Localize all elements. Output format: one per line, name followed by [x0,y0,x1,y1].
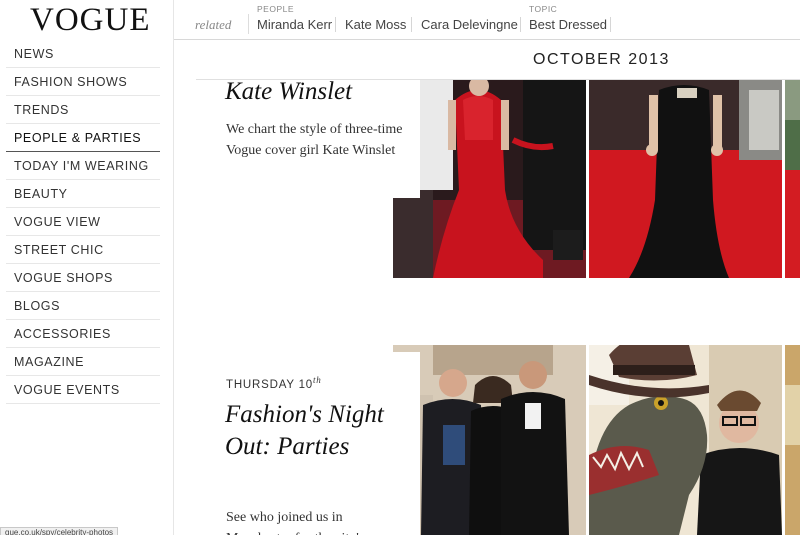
article-photo-party-group[interactable] [393,345,586,535]
nav-item-magazine[interactable]: MAGAZINE [6,348,160,376]
people-group-label: PEOPLE [257,4,295,14]
nav-item-vogue-events[interactable]: VOGUE EVENTS [6,376,160,404]
nav-item-vogue-shops[interactable]: VOGUE SHOPS [6,264,160,292]
vogue-logo[interactable]: VOGUE [30,2,150,39]
nav-item-blogs[interactable]: BLOGS [6,292,160,320]
article-title[interactable]: Fashion's Night Out: Parties [225,399,405,463]
related-person-link[interactable]: Kate Moss [345,17,406,32]
related-label: related [195,17,232,32]
article-photo-dinosaur[interactable] [589,345,782,535]
nav-item-vogue-view[interactable]: VOGUE VIEW [6,208,160,236]
article-date-day: THURSDAY 10 [226,378,313,391]
nav-item-news[interactable]: NEWS [6,40,160,68]
nav-item-today-im-wearing[interactable]: TODAY I'M WEARING [6,152,160,180]
article-photo-black-gown[interactable] [589,80,782,278]
nav-item-accessories[interactable]: ACCESSORIES [6,320,160,348]
article-photo-partial[interactable] [785,345,800,535]
related-bar: related PEOPLE Miranda Kerr Kate Moss Ca… [174,0,800,40]
divider [520,17,521,32]
article-photo-red-gown[interactable] [393,80,586,278]
related-person-link[interactable]: Cara Delevingne [421,17,518,32]
sidebar: VOGUE NEWS FASHION SHOWS TRENDS PEOPLE &… [0,0,174,535]
divider [248,14,249,34]
sidebar-nav: NEWS FASHION SHOWS TRENDS PEOPLE & PARTI… [6,40,160,404]
article-description: We chart the style of three-time Vogue c… [226,122,403,158]
nav-item-street-chic[interactable]: STREET CHIC [6,236,160,264]
article-photo-partial[interactable] [785,80,800,278]
month-heading: OCTOBER 2013 [533,51,670,68]
article-title[interactable]: Kate Winslet [225,76,415,108]
nav-item-trends[interactable]: TRENDS [6,96,160,124]
nav-item-beauty[interactable]: BEAUTY [6,180,160,208]
related-topic-link[interactable]: Best Dressed [529,17,607,32]
nav-item-people-parties[interactable]: PEOPLE & PARTIES [6,124,160,152]
divider [411,17,412,32]
article-description: See who joined us in Manchester for the … [226,510,364,535]
topic-group-label: TOPIC [529,4,558,14]
related-person-link[interactable]: Miranda Kerr [257,17,332,32]
article-date-suffix: th [312,375,322,385]
article-date: THURSDAY 10th [226,375,322,391]
divider [335,17,336,32]
status-bar-url: gue.co.uk/spy/celebrity-photos [0,527,119,535]
nav-item-fashion-shows[interactable]: FASHION SHOWS [6,68,160,96]
divider [610,17,611,32]
